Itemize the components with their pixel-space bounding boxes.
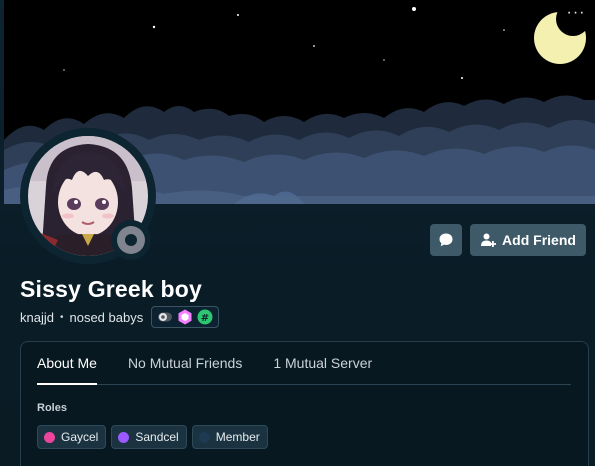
more-options-button[interactable]: ···	[565, 5, 587, 24]
role-color-dot	[198, 431, 210, 443]
roles-heading: Roles	[37, 402, 67, 414]
user-profile-popout: ··· Add Friend Sissy Greek boy knajjd • …	[0, 0, 595, 466]
pronouns: nosed babys	[69, 309, 144, 325]
role-pill[interactable]: Sandcel	[111, 425, 187, 449]
send-message-button[interactable]	[430, 224, 462, 256]
toggle-badge-icon[interactable]	[157, 309, 173, 325]
role-list: Gaycel Sandcel Member	[37, 425, 273, 449]
status-indicator	[111, 220, 151, 260]
hypesquad-hexagon-icon[interactable]	[177, 309, 193, 325]
role-label: Sandcel	[135, 430, 179, 444]
role-label: Member	[215, 430, 260, 444]
person-add-icon	[480, 232, 497, 248]
profile-info-card: About Me No Mutual Friends 1 Mutual Serv…	[20, 341, 589, 466]
user-subline: knajjd • nosed babys #	[20, 306, 220, 328]
role-color-dot	[44, 431, 55, 443]
display-name: Sissy Greek boy	[20, 276, 202, 302]
username[interactable]: knajjd	[20, 310, 54, 325]
badge-list: #	[151, 306, 220, 328]
tab-about-me[interactable]: About Me	[37, 342, 97, 385]
add-friend-button[interactable]: Add Friend	[470, 224, 586, 256]
role-color-dot	[118, 431, 130, 443]
hashtag-badge-icon[interactable]: #	[197, 309, 213, 325]
tab-mutual-servers[interactable]: 1 Mutual Server	[273, 342, 372, 384]
separator-dot: •	[59, 311, 64, 323]
offline-status-icon	[117, 226, 145, 254]
add-friend-label: Add Friend	[502, 232, 576, 248]
svg-text:#: #	[201, 313, 209, 324]
tab-mutual-friends[interactable]: No Mutual Friends	[128, 342, 242, 384]
profile-tabs: About Me No Mutual Friends 1 Mutual Serv…	[37, 342, 571, 385]
chat-bubble-icon	[439, 233, 453, 247]
role-label: Gaycel	[61, 430, 99, 444]
role-pill[interactable]: Gaycel	[37, 425, 107, 449]
role-pill[interactable]: Member	[191, 425, 268, 449]
